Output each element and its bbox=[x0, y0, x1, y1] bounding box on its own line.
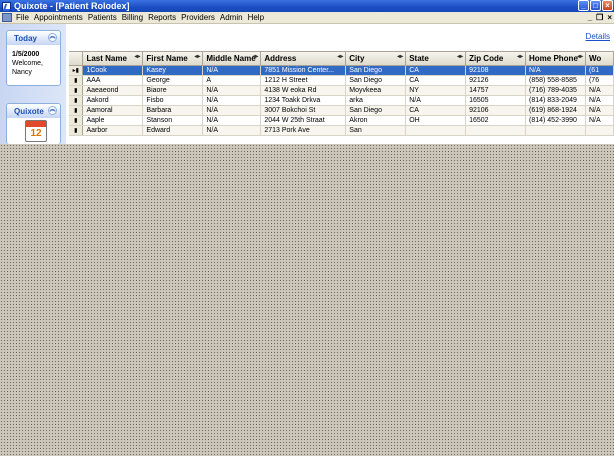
user-name: Nancy bbox=[12, 69, 32, 76]
close-button[interactable]: × bbox=[602, 0, 613, 11]
row-selector-icon[interactable]: ▮ bbox=[69, 95, 84, 106]
document-icon[interactable] bbox=[2, 13, 12, 22]
menu-providers[interactable]: Providers bbox=[181, 13, 215, 22]
app-icon bbox=[2, 1, 11, 11]
row-selector-icon[interactable]: ▮ bbox=[69, 115, 84, 126]
quixote-title: Quixote bbox=[14, 106, 44, 116]
quixote-panel-header[interactable]: Quixote ︽ bbox=[7, 104, 60, 118]
grid-header-row: Last Name ◂▸ First Name ◂▸ Middle Name ◂▸ A… bbox=[69, 52, 614, 66]
today-date: 1/5/2000 bbox=[12, 51, 40, 58]
today-panel-header[interactable]: Today ︽ bbox=[7, 31, 60, 45]
title-bar: Quixote - [Patient Rolodex] _ □ × bbox=[0, 0, 614, 12]
menu-reports[interactable]: Reports bbox=[148, 13, 176, 22]
column-header[interactable]: Address ◂▸ bbox=[260, 52, 347, 66]
today-title: Today bbox=[14, 33, 37, 43]
window-title: Quixote - [Patient Rolodex] bbox=[14, 1, 130, 11]
table-row[interactable]: ▮ Aamoral Barbara N/A 3007 Bokchoi St San … bbox=[69, 105, 614, 116]
patient-rolodex-window: Details Last Name ◂▸ First Name ◂▸ Middle … bbox=[66, 24, 614, 144]
row-selector-icon[interactable]: ▮ bbox=[69, 75, 84, 86]
table-row[interactable]: ▮ AAA George A 1212 H Street San Diego CA 9… bbox=[69, 75, 614, 86]
column-header[interactable]: First Name ◂▸ bbox=[142, 52, 204, 66]
menu-appointments[interactable]: Appointments bbox=[34, 13, 83, 22]
collapse-chevron-icon[interactable]: ︽ bbox=[48, 106, 57, 115]
sort-icon[interactable]: ◂▸ bbox=[577, 53, 583, 60]
sort-icon[interactable]: ◂▸ bbox=[194, 53, 200, 60]
calendar-icon[interactable]: 12 bbox=[25, 120, 47, 142]
row-selector-header bbox=[69, 52, 84, 66]
sort-icon[interactable]: ◂▸ bbox=[337, 53, 343, 60]
menu-bar: File Appointments Patients Billing Repor… bbox=[0, 12, 614, 24]
column-header[interactable]: Home Phone ◂▸ bbox=[525, 52, 586, 66]
sort-icon[interactable]: ◂▸ bbox=[134, 53, 140, 60]
calendar-day: 12 bbox=[30, 128, 42, 139]
table-row[interactable]: ▮ Aarbor Edward N/A 2713 Pork Ave San bbox=[69, 125, 614, 136]
column-header[interactable]: State ◂▸ bbox=[405, 52, 467, 66]
menu-file[interactable]: File bbox=[16, 13, 29, 22]
sort-icon[interactable]: ◂▸ bbox=[457, 53, 463, 60]
window-controls: _ □ × bbox=[578, 0, 613, 11]
today-panel: Today ︽ 1/5/2000 Welcome, Nancy bbox=[6, 30, 61, 86]
menu-admin[interactable]: Admin bbox=[220, 13, 243, 22]
row-selector-icon[interactable]: ▮ bbox=[69, 125, 84, 136]
menu-help[interactable]: Help bbox=[248, 13, 264, 22]
menu-billing[interactable]: Billing bbox=[122, 13, 143, 22]
collapse-chevron-icon[interactable]: ︽ bbox=[48, 33, 57, 42]
mdi-controls: _ ❐ × bbox=[588, 13, 612, 22]
table-row[interactable]: ▮ Aaple Stanson N/A 2044 W 25th Straat Akr… bbox=[69, 115, 614, 126]
today-panel-body: 1/5/2000 Welcome, Nancy bbox=[7, 45, 60, 82]
column-header[interactable]: Last Name ◂▸ bbox=[82, 52, 144, 66]
table-row[interactable]: ▮ Aakord Fisbo N/A 1234 Toakk Drkva arka N/… bbox=[69, 95, 614, 106]
sort-icon[interactable]: ◂▸ bbox=[517, 53, 523, 60]
welcome-text: Welcome, bbox=[12, 60, 43, 67]
table-row[interactable]: ▸▮ 1Cook Kasey N/A 7851 Mission Center... … bbox=[69, 65, 614, 76]
row-pointer-icon[interactable]: ▸▮ bbox=[69, 65, 84, 76]
mdi-minimize-button[interactable]: _ bbox=[588, 13, 592, 22]
row-selector-icon[interactable]: ▮ bbox=[69, 85, 84, 96]
details-link[interactable]: Details bbox=[586, 32, 610, 41]
table-row[interactable]: ▮ Aaeaeond Biaore N/A 4138 W eoka Rd Moyvk… bbox=[69, 85, 614, 96]
column-header[interactable]: Zip Code ◂▸ bbox=[465, 52, 526, 66]
maximize-button[interactable]: □ bbox=[590, 0, 601, 11]
sidebar: Today ︽ 1/5/2000 Welcome, Nancy Quixote … bbox=[0, 24, 66, 144]
mdi-close-button[interactable]: × bbox=[607, 13, 612, 22]
sort-icon[interactable]: ◂▸ bbox=[397, 53, 403, 60]
sort-icon[interactable]: ◂▸ bbox=[252, 53, 258, 60]
mdi-restore-button[interactable]: ❐ bbox=[596, 13, 603, 22]
quixote-panel: Quixote ︽ 12 bbox=[6, 103, 61, 144]
column-header[interactable]: City ◂▸ bbox=[345, 52, 407, 66]
patient-grid: Last Name ◂▸ First Name ◂▸ Middle Name ◂▸ A… bbox=[69, 51, 614, 144]
column-header[interactable]: Middle Name ◂▸ bbox=[202, 52, 262, 66]
row-selector-icon[interactable]: ▮ bbox=[69, 105, 84, 116]
column-header[interactable]: Wo bbox=[585, 52, 614, 66]
menu-patients[interactable]: Patients bbox=[88, 13, 117, 22]
minimize-button[interactable]: _ bbox=[578, 0, 589, 11]
